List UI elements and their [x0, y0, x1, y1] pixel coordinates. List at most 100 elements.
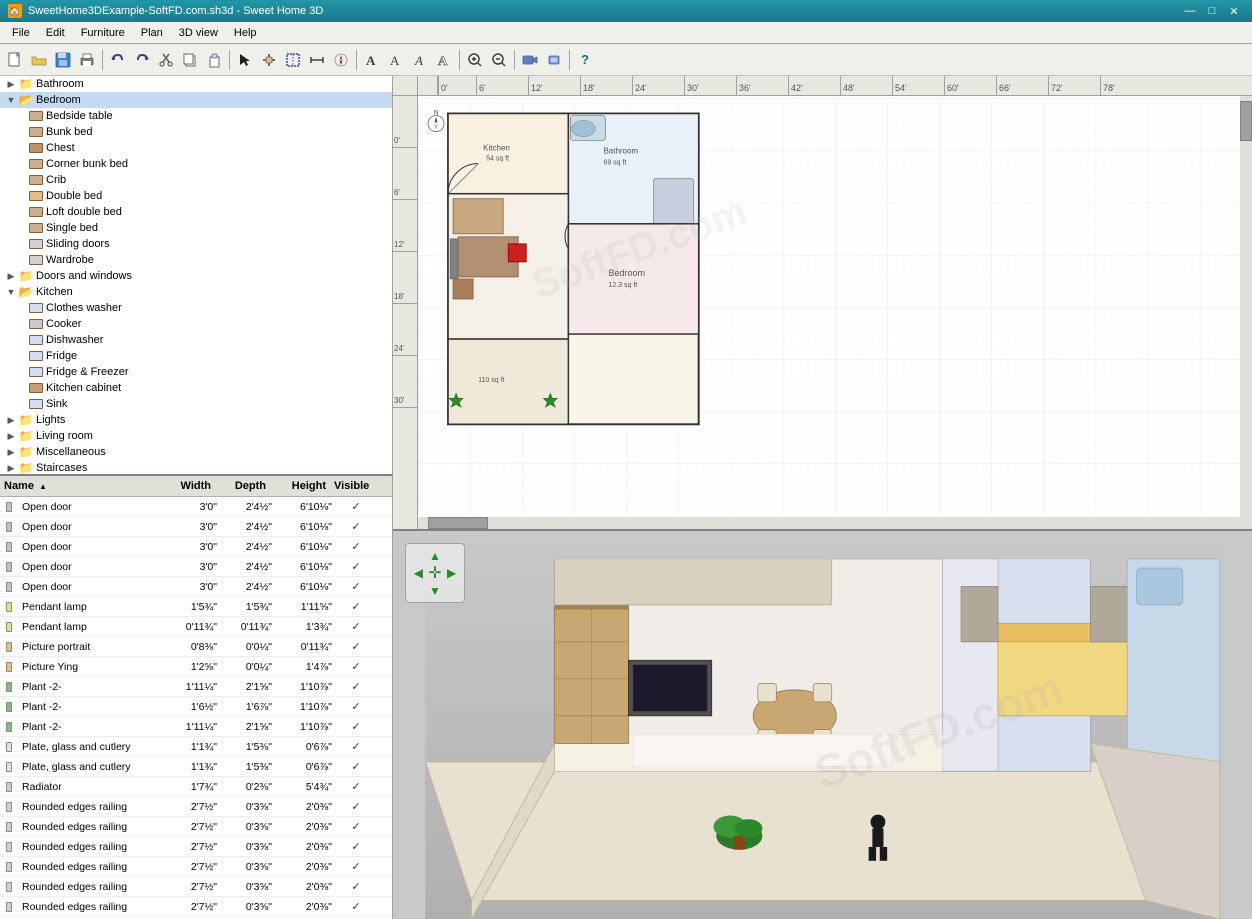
tree-item-single-bed[interactable]: Single bed	[0, 220, 392, 236]
text-button-3[interactable]: A	[409, 49, 431, 71]
tree-item-kitchen[interactable]: ▼ 📂 Kitchen	[0, 284, 392, 300]
tree-item-dishwasher[interactable]: Dishwasher	[0, 332, 392, 348]
tree-item-sliding-doors[interactable]: Sliding doors	[0, 236, 392, 252]
expander-misc[interactable]: ▶	[4, 447, 18, 458]
list-row-6[interactable]: Pendant lamp0'11¾"0'11¾"1'3¾"✓	[0, 617, 392, 637]
row-visible-11[interactable]: ✓	[336, 718, 376, 735]
list-row-2[interactable]: Open door3'0"2'4½"6'10⅛"✓	[0, 537, 392, 557]
tree-item-bedside-table[interactable]: Bedside table	[0, 108, 392, 124]
tree-item-bunk-bed[interactable]: Bunk bed	[0, 124, 392, 140]
cut-button[interactable]	[155, 49, 177, 71]
list-row-3[interactable]: Open door3'0"2'4½"6'10⅛"✓	[0, 557, 392, 577]
list-row-12[interactable]: Plate, glass and cutlery1'1¾"1'5⅜"0'6⅞"✓	[0, 737, 392, 757]
tree-item-clothes-washer[interactable]: Clothes washer	[0, 300, 392, 316]
menu-help[interactable]: Help	[226, 25, 265, 41]
new-button[interactable]	[4, 49, 26, 71]
plan-vscrollbar[interactable]	[1240, 96, 1252, 529]
tree-item-doors-windows[interactable]: ▶ 📁 Doors and windows	[0, 268, 392, 284]
help-button[interactable]: ?	[574, 49, 596, 71]
list-row-17[interactable]: Rounded edges railing2'7½"0'3⅝"2'0⅜"✓	[0, 837, 392, 857]
save-button[interactable]	[52, 49, 74, 71]
row-visible-12[interactable]: ✓	[336, 738, 376, 755]
plan-canvas[interactable]: Kitchen 54 sq ft Bathroom 69 sq ft Livin…	[418, 96, 1240, 517]
tree-item-crib[interactable]: Crib	[0, 172, 392, 188]
expander-living-room[interactable]: ▶	[4, 431, 18, 442]
list-row-0[interactable]: Open door3'0"2'4½"6'10⅛"✓	[0, 497, 392, 517]
col-header-width[interactable]: Width	[160, 478, 215, 494]
row-visible-18[interactable]: ✓	[336, 858, 376, 875]
row-visible-14[interactable]: ✓	[336, 778, 376, 795]
list-row-1[interactable]: Open door3'0"2'4½"6'10⅛"✓	[0, 517, 392, 537]
tree-item-fridge-freezer[interactable]: Fridge & Freezer	[0, 364, 392, 380]
list-row-11[interactable]: Plant -2-1'11¼"2'1⅝"1'10⅞"✓	[0, 717, 392, 737]
close-button[interactable]: ✕	[1224, 3, 1244, 19]
minimize-button[interactable]: —	[1180, 3, 1200, 19]
row-visible-15[interactable]: ✓	[336, 798, 376, 815]
list-row-19[interactable]: Rounded edges railing2'7½"0'3⅝"2'0⅜"✓	[0, 877, 392, 897]
expander-bedroom[interactable]: ▼	[4, 95, 18, 105]
tree-item-staircases[interactable]: ▶ 📁 Staircases	[0, 460, 392, 476]
tree-item-double-bed[interactable]: Double bed	[0, 188, 392, 204]
maximize-button[interactable]: □	[1202, 3, 1222, 19]
tree-item-fridge[interactable]: Fridge	[0, 348, 392, 364]
list-row-4[interactable]: Open door3'0"2'4½"6'10⅛"✓	[0, 577, 392, 597]
row-visible-20[interactable]: ✓	[336, 898, 376, 915]
nav-right-button[interactable]: ▶	[443, 563, 460, 583]
row-visible-10[interactable]: ✓	[336, 698, 376, 715]
tree-item-living-room[interactable]: ▶ 📁 Living room	[0, 428, 392, 444]
list-row-15[interactable]: Rounded edges railing2'7½"0'3⅝"2'0⅜"✓	[0, 797, 392, 817]
row-visible-4[interactable]: ✓	[336, 578, 376, 595]
row-visible-6[interactable]: ✓	[336, 618, 376, 635]
furniture-tree[interactable]: ▶ 📁 Bathroom ▼ 📂 Bedroom Bedside table B…	[0, 76, 393, 476]
pan-button[interactable]	[258, 49, 280, 71]
expander-doors[interactable]: ▶	[4, 271, 18, 282]
list-row-8[interactable]: Picture Ying1'2⅝"0'0¼"1'4⅞"✓	[0, 657, 392, 677]
row-visible-19[interactable]: ✓	[336, 878, 376, 895]
nav-left-button[interactable]: ◀	[410, 563, 427, 583]
row-visible-5[interactable]: ✓	[336, 598, 376, 615]
row-visible-16[interactable]: ✓	[336, 818, 376, 835]
nav-up-button[interactable]: ▲	[427, 548, 444, 563]
list-row-7[interactable]: Picture portrait0'8⅜"0'0¼"0'11¾"✓	[0, 637, 392, 657]
menu-plan[interactable]: Plan	[133, 25, 171, 41]
redo-button[interactable]	[131, 49, 153, 71]
furniture-list[interactable]: Name ▲ Width Depth Height Visible Open d…	[0, 476, 393, 919]
plan-hscrollbar[interactable]	[418, 517, 1240, 529]
row-visible-9[interactable]: ✓	[336, 678, 376, 695]
tree-item-bedroom[interactable]: ▼ 📂 Bedroom	[0, 92, 392, 108]
nav-center-button[interactable]: ✛	[427, 563, 444, 583]
expander-bathroom[interactable]: ▶	[4, 79, 18, 90]
text-button-4[interactable]: A	[433, 49, 455, 71]
row-visible-7[interactable]: ✓	[336, 638, 376, 655]
tree-item-chest[interactable]: Chest	[0, 140, 392, 156]
3d-view[interactable]: SoftFD.com ▲ ◀ ✛ ▶ ▼	[393, 531, 1252, 919]
col-header-name[interactable]: Name ▲	[0, 478, 160, 494]
open-button[interactable]	[28, 49, 50, 71]
tree-item-miscellaneous[interactable]: ▶ 📁 Miscellaneous	[0, 444, 392, 460]
tree-item-corner-bunk-bed[interactable]: Corner bunk bed	[0, 156, 392, 172]
expander-kitchen[interactable]: ▼	[4, 287, 18, 297]
tree-item-kitchen-cabinet[interactable]: Kitchen cabinet	[0, 380, 392, 396]
print-button[interactable]	[76, 49, 98, 71]
select-mode-button[interactable]	[234, 49, 256, 71]
undo-button[interactable]	[107, 49, 129, 71]
tree-item-wardrobe[interactable]: Wardrobe	[0, 252, 392, 268]
create-room-button[interactable]	[282, 49, 304, 71]
row-visible-3[interactable]: ✓	[336, 558, 376, 575]
tree-item-bathroom[interactable]: ▶ 📁 Bathroom	[0, 76, 392, 92]
dimension-button[interactable]	[306, 49, 328, 71]
tree-item-cooker[interactable]: Cooker	[0, 316, 392, 332]
row-visible-13[interactable]: ✓	[336, 758, 376, 775]
row-visible-0[interactable]: ✓	[336, 498, 376, 515]
nav-down-button[interactable]: ▼	[427, 583, 444, 598]
view-3d-button[interactable]	[543, 49, 565, 71]
list-row-20[interactable]: Rounded edges railing2'7½"0'3⅝"2'0⅜"✓	[0, 897, 392, 917]
expander-lights[interactable]: ▶	[4, 415, 18, 426]
menu-file[interactable]: File	[4, 25, 38, 41]
row-visible-1[interactable]: ✓	[336, 518, 376, 535]
col-header-depth[interactable]: Depth	[215, 478, 270, 494]
row-visible-2[interactable]: ✓	[336, 538, 376, 555]
zoom-in-button[interactable]	[464, 49, 486, 71]
floor-plan-view[interactable]: 0' 6' 12' 18' 24' 30' 36' 42' 48' 54' 60…	[393, 76, 1252, 531]
list-row-13[interactable]: Plate, glass and cutlery1'1¾"1'5⅜"0'6⅞"✓	[0, 757, 392, 777]
